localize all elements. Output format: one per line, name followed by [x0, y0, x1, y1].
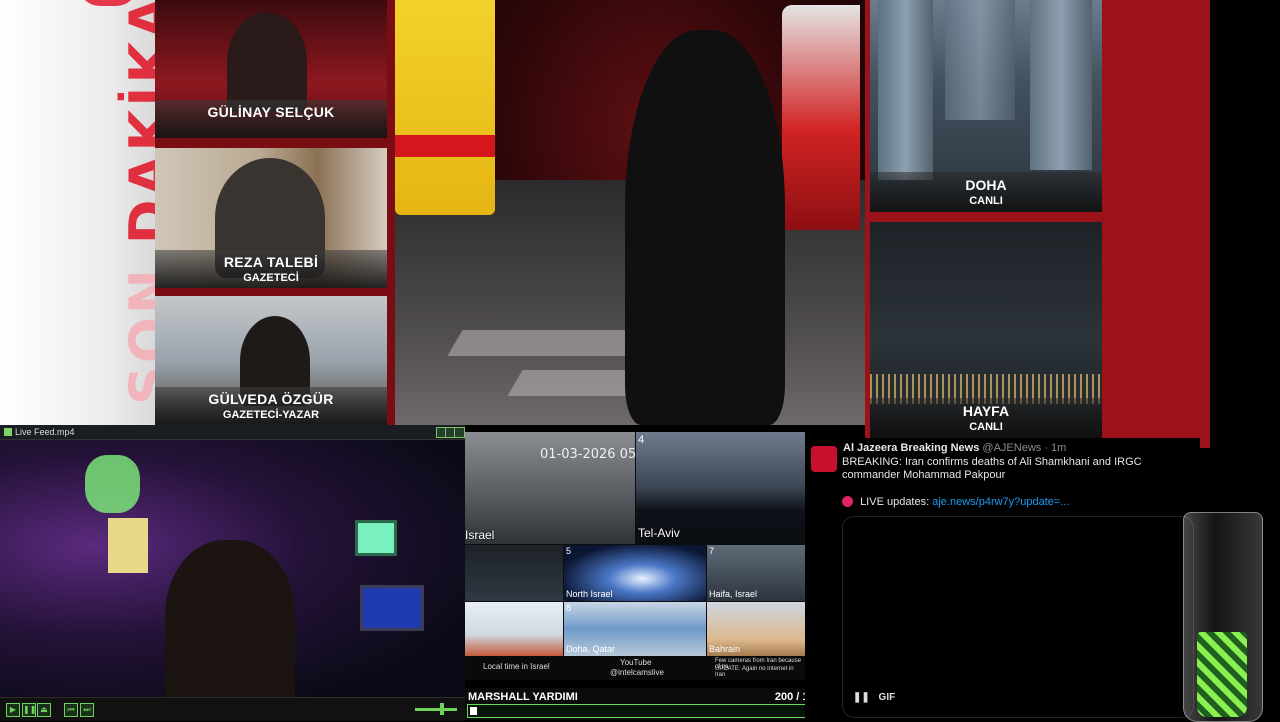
donation-progress-fill — [470, 707, 477, 715]
skyscraper — [945, 0, 1015, 120]
guest-panel: GÜLİNAY SELÇUK REZA TALEBİ GAZETECİ GÜLV… — [155, 0, 395, 425]
main-news-video — [395, 0, 865, 425]
camera-number: 4 — [638, 434, 645, 446]
camera-tile: 7 Haifa, Israel — [707, 545, 805, 601]
camera-tile: Bahrain — [707, 602, 805, 656]
breaking-news-label: SON DAKİKA — [118, 0, 155, 405]
feed-role: CANLI — [969, 421, 1003, 433]
live-label: LIVE updates: — [860, 496, 930, 508]
window-titlebar[interactable]: Live Feed.mp4 — [0, 425, 465, 440]
camera-label: Tel-Aviv — [638, 526, 680, 540]
skyscraper — [878, 0, 933, 180]
mask-prop — [85, 455, 140, 513]
tweet-body: BREAKING: Iran confirms deaths of Ali Sh… — [842, 456, 1142, 481]
guest-role: GAZETECİ — [243, 272, 299, 284]
feed-caption: DOHA CANLI — [870, 172, 1102, 212]
camera-label: Doha, Qatar — [566, 644, 616, 654]
tweet-live-line: LIVE updates: aje.news/p4rw7y?update=... — [842, 496, 1070, 508]
close-icon[interactable] — [454, 427, 465, 438]
camera-label: North Israel — [566, 589, 613, 599]
feed-caption: HAYFA CANLI — [870, 398, 1102, 438]
camera-number: 5 — [566, 546, 572, 556]
ambulance — [395, 0, 495, 215]
live-dot-icon — [842, 496, 853, 507]
volume-slider[interactable] — [415, 708, 457, 711]
emergency-vehicle — [782, 5, 860, 230]
guest-figure — [227, 12, 307, 112]
glass-fill — [1197, 632, 1247, 717]
tweet-author[interactable]: Al Jazeera Breaking News — [843, 442, 979, 454]
media-controls: ▶ ❚❚ ⏏ ⏮ ⏭ — [0, 697, 465, 721]
guest-role: GAZETECİ-YAZAR — [222, 409, 320, 421]
live-link[interactable]: aje.news/p4rw7y?update=... — [932, 496, 1069, 508]
guest-name: GÜLVEDA ÖZGÜR — [208, 391, 334, 407]
guest-caption: GÜLVEDA ÖZGÜR GAZETECİ-YAZAR — [155, 387, 387, 425]
feed-role: CANLI — [969, 195, 1003, 207]
monitor-blue — [360, 585, 424, 631]
feed-doha: DOHA CANLI — [870, 0, 1102, 212]
camera-label: Bahrain — [709, 644, 741, 654]
skyscraper — [1030, 0, 1092, 170]
guest-name: GÜLİNAY SELÇUK — [207, 104, 335, 120]
banner-word-dakika: DAKİKA — [118, 0, 155, 245]
tweet-media[interactable] — [842, 516, 1194, 718]
window-title: Live Feed.mp4 — [15, 427, 75, 437]
webcam-video — [0, 440, 465, 705]
play-icon[interactable]: ▶ — [6, 703, 20, 717]
camera-tile — [465, 602, 563, 656]
footer-left-text: Local time in Israel — [483, 662, 550, 671]
donation-label: MARSHALL YARDIMI — [468, 691, 578, 703]
guest-video-1: GÜLİNAY SELÇUK — [155, 0, 387, 138]
previous-icon[interactable]: ⏮ — [64, 703, 78, 717]
guest-video-2: REZA TALEBİ GAZETECİ — [155, 148, 387, 288]
camera-number: 8 — [566, 603, 572, 613]
camera-label: Haifa, Israel — [709, 589, 758, 599]
guest-name: REZA TALEBİ — [223, 254, 319, 270]
camera-tile: 8 Doha, Qatar — [564, 602, 706, 656]
footer-right-text-2: UPDATE: Again no internet in Iran — [715, 666, 794, 678]
guest-video-3: GÜLVEDA ÖZGÜR GAZETECİ-YAZAR — [155, 296, 387, 425]
volume-knob[interactable] — [440, 703, 444, 715]
avatar[interactable] — [811, 446, 837, 472]
donation-current: 200 — [774, 691, 794, 703]
next-icon[interactable]: ⏭ — [80, 703, 94, 717]
donation-separator: / — [796, 691, 800, 703]
tweet-handle: @AJENews · 1m — [982, 442, 1067, 454]
app-icon — [4, 428, 12, 436]
pause-icon[interactable]: ❚❚ — [853, 692, 870, 703]
monitor-green — [355, 520, 397, 556]
guest-caption: GÜLİNAY SELÇUK — [155, 100, 387, 138]
feed-hayfa: HAYFA CANLI — [870, 222, 1102, 438]
feed-name: HAYFA — [962, 403, 1010, 419]
donation-goal: MARSHALL YARDIMI 200 / 10000 — [465, 688, 837, 720]
gif-controls[interactable]: ❚❚ GIF — [853, 692, 895, 703]
footer-mid-text-2: @intelcamslive — [610, 668, 664, 677]
officer-figure — [625, 30, 785, 425]
tweet-card[interactable]: Al Jazeera Breaking News @AJENews · 1m B… — [805, 438, 1200, 720]
live-feeds-panel: DOHA CANLI HAYFA CANLI — [865, 0, 1210, 448]
camera-grid-footer: Local time in Israel YouTube @intelcamsl… — [465, 656, 805, 680]
camera-number: 7 — [709, 546, 715, 556]
tweet-header: Al Jazeera Breaking News @AJENews · 1m — [843, 442, 1066, 454]
beer-glass-widget — [1183, 512, 1263, 722]
donation-progress-bar — [467, 704, 835, 718]
camera-tile: 4 Tel-Aviv — [636, 432, 805, 544]
gif-label: GIF — [878, 692, 896, 703]
warning-sign — [108, 518, 148, 573]
guest-caption: REZA TALEBİ GAZETECİ — [155, 250, 387, 288]
camera-tile — [465, 545, 563, 601]
banner-word-son: SON — [118, 266, 155, 405]
pause-icon[interactable]: ❚❚ — [22, 703, 36, 717]
footer-mid-text-1: YouTube — [620, 658, 652, 667]
feed-name: DOHA — [965, 177, 1007, 193]
breaking-news-banner: SON DAKİKA — [0, 0, 155, 425]
ambulance-stripe — [395, 135, 495, 157]
camera-grid: Israel 01-03-2026 05:20:43 4 Tel-Aviv 5 … — [465, 432, 805, 680]
camera-tile: 5 North Israel — [564, 545, 706, 601]
webcam-window[interactable]: Live Feed.mp4 — [0, 425, 465, 720]
eject-icon[interactable]: ⏏ — [37, 703, 51, 717]
camera-label: Israel — [465, 528, 495, 542]
streamer-figure — [165, 540, 295, 705]
